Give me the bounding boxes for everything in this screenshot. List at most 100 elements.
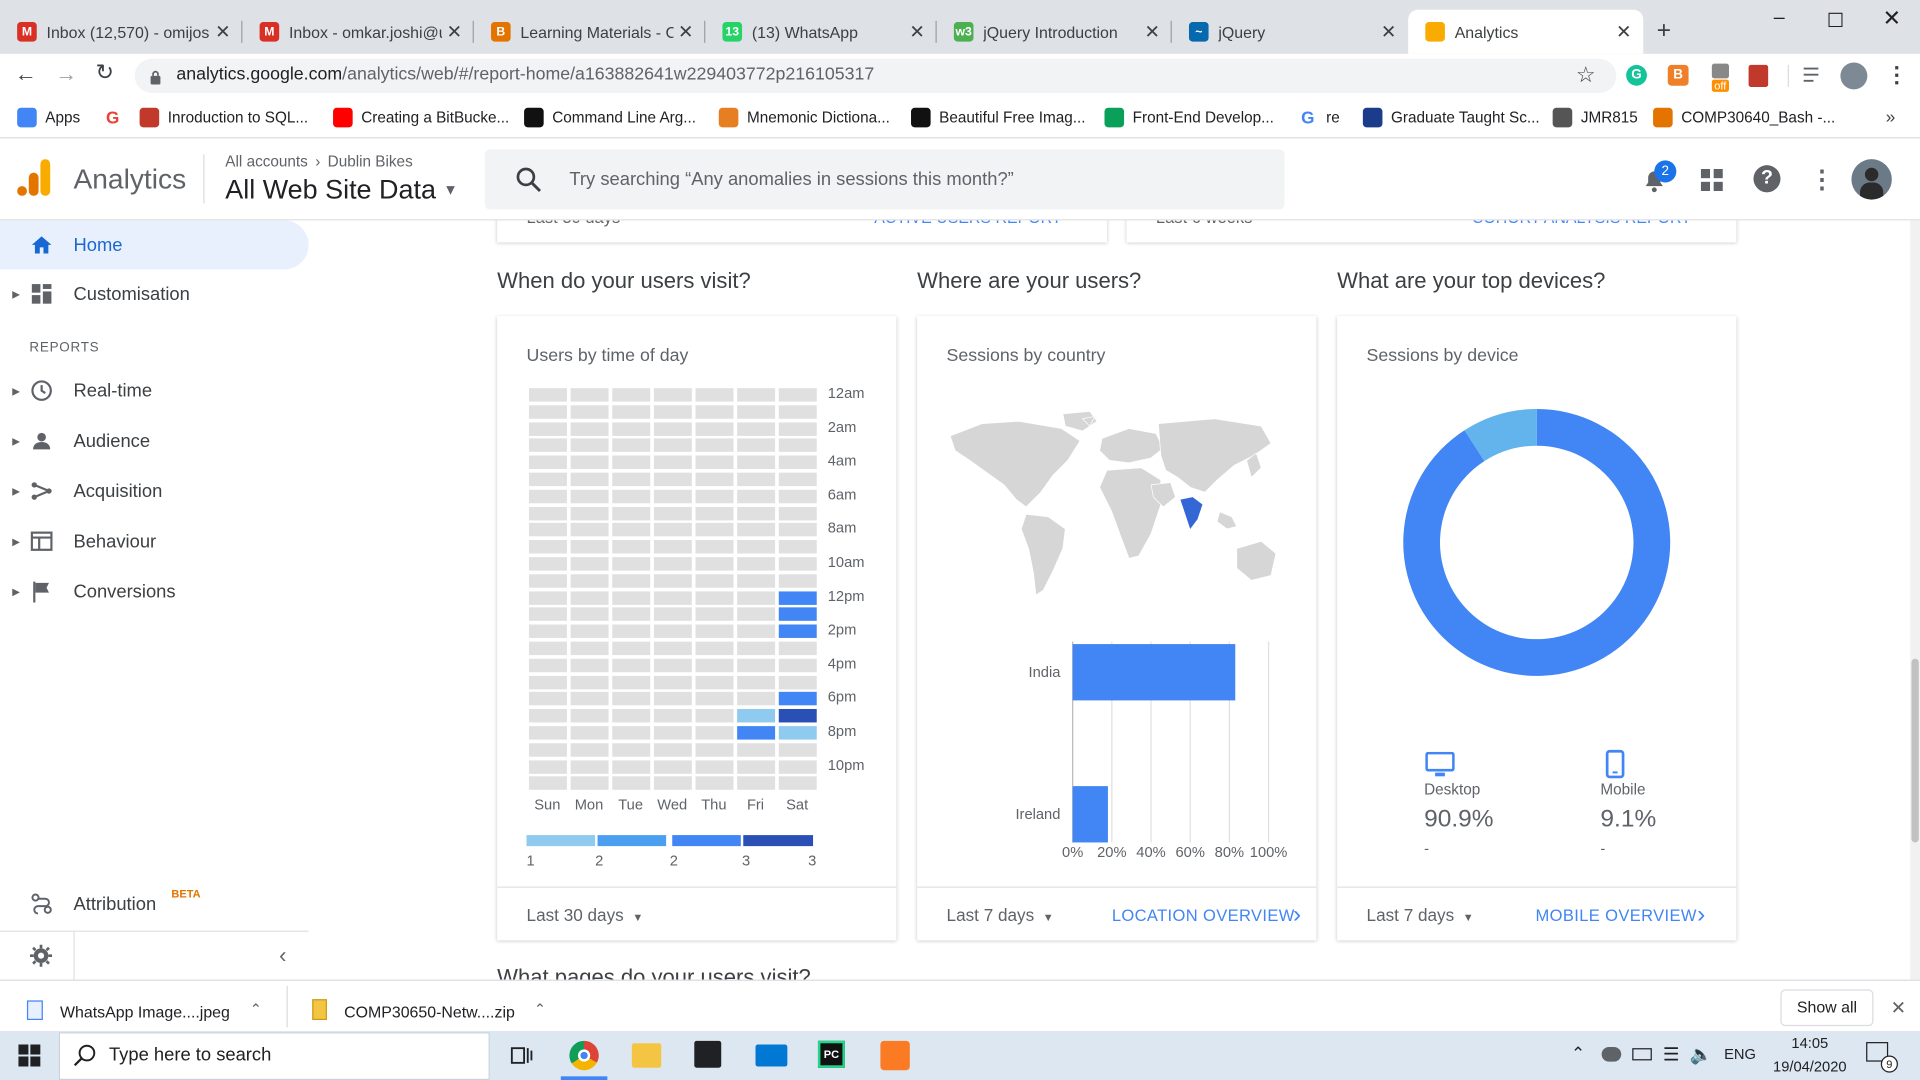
heatmap-cell[interactable] <box>737 455 776 470</box>
heatmap-cell[interactable] <box>737 692 776 706</box>
heatmap-cell[interactable] <box>695 523 734 537</box>
heatmap-cell[interactable] <box>570 506 609 520</box>
heatmap-cell[interactable] <box>695 421 734 436</box>
heatmap-cell[interactable] <box>653 590 692 605</box>
heatmap-cell[interactable] <box>570 388 609 402</box>
bookmark-item[interactable]: Mnemonic Dictiona... <box>718 107 890 128</box>
xampp-icon[interactable] <box>880 1040 910 1071</box>
heatmap-cell[interactable] <box>528 692 567 706</box>
sidebar-item-audience[interactable]: ▶ Audience <box>0 416 309 465</box>
heatmap-cell[interactable] <box>612 590 651 605</box>
heatmap-cell[interactable] <box>695 405 734 419</box>
heatmap-cell[interactable] <box>528 489 567 504</box>
sidebar-item-home[interactable]: Home <box>0 220 309 269</box>
heatmap-cell[interactable] <box>528 709 567 723</box>
heatmap-cell[interactable] <box>778 590 817 605</box>
extension-icon[interactable]: B <box>1667 64 1689 86</box>
heatmap-cell[interactable] <box>570 709 609 723</box>
heatmap-cell[interactable] <box>528 574 567 588</box>
heatmap-cell[interactable] <box>570 472 609 487</box>
heatmap-cell[interactable] <box>695 489 734 504</box>
heatmap-cell[interactable] <box>570 574 609 588</box>
heatmap-cell[interactable] <box>612 557 651 571</box>
country-bar[interactable] <box>1072 786 1108 843</box>
heatmap-cell[interactable] <box>612 472 651 487</box>
heatmap-cell[interactable] <box>528 438 567 453</box>
bookmark-item[interactable]: COMP30640_Bash -... <box>1653 107 1835 128</box>
page-scrollbar-track[interactable] <box>1910 220 1920 980</box>
heatmap-cell[interactable] <box>778 455 817 470</box>
maximize-button[interactable]: ☐ <box>1807 9 1863 33</box>
device-date-range-selector[interactable]: Last 7 days ▼ <box>1367 905 1474 925</box>
heatmap-cell[interactable] <box>570 692 609 706</box>
heatmap-cell[interactable] <box>570 641 609 656</box>
bookmark-item[interactable]: Gre <box>1298 108 1340 128</box>
bookmark-item[interactable]: Creating a BitBucke... <box>333 107 509 128</box>
heatmap-cell[interactable] <box>737 421 776 436</box>
heatmap-cell[interactable] <box>737 557 776 571</box>
country-date-range-selector[interactable]: Last 7 days ▼ <box>947 905 1054 925</box>
task-view-icon[interactable] <box>508 1043 533 1067</box>
heatmap-cell[interactable] <box>528 506 567 520</box>
heatmap-cell[interactable] <box>737 590 776 605</box>
bookmark-item[interactable]: G <box>103 108 131 128</box>
bookmark-star-icon[interactable]: ☆ <box>1576 62 1596 88</box>
heatmap-cell[interactable] <box>778 709 817 723</box>
heatmap-cell[interactable] <box>737 726 776 740</box>
country-bar[interactable] <box>1072 644 1236 701</box>
heatmap-cell[interactable] <box>695 759 734 774</box>
heatmap-cell[interactable] <box>778 759 817 774</box>
forward-icon[interactable]: → <box>55 61 77 87</box>
browser-tab[interactable]: ~ jQuery ✕ <box>1172 10 1408 54</box>
heatmap-cell[interactable] <box>570 607 609 622</box>
bookmark-item[interactable]: Graduate Taught Sc... <box>1362 107 1540 128</box>
bookmark-item[interactable]: Beautiful Free Imag... <box>911 107 1086 128</box>
bookmark-item[interactable]: Command Line Arg... <box>524 107 696 128</box>
heatmap-cell[interactable] <box>695 624 734 639</box>
mail-icon[interactable] <box>755 1044 788 1067</box>
heatmap-cell[interactable] <box>653 421 692 436</box>
heatmap-cell[interactable] <box>778 421 817 436</box>
mobile-overview-link[interactable]: MOBILE OVERVIEW <box>1536 906 1697 924</box>
time-date-range-selector[interactable]: Last 30 days ▼ <box>527 905 644 925</box>
heatmap-cell[interactable] <box>778 658 817 672</box>
heatmap-cell[interactable] <box>528 405 567 419</box>
user-avatar[interactable] <box>1851 159 1892 200</box>
heatmap-cell[interactable] <box>695 641 734 656</box>
heatmap-cell[interactable] <box>653 557 692 571</box>
back-icon[interactable]: ← <box>15 61 37 87</box>
heatmap-cell[interactable] <box>653 776 692 791</box>
heatmap-cell[interactable] <box>695 438 734 453</box>
heatmap-cell[interactable] <box>570 743 609 757</box>
store-icon[interactable] <box>694 1040 722 1068</box>
sidebar-item-conversions[interactable]: ▶ Conversions <box>0 567 309 616</box>
heatmap-cell[interactable] <box>612 438 651 453</box>
collapse-sidebar-icon[interactable]: ‹ <box>279 943 286 969</box>
heatmap-cell[interactable] <box>653 506 692 520</box>
heatmap-cell[interactable] <box>612 726 651 740</box>
pdf-extension-icon[interactable] <box>1748 64 1769 87</box>
heatmap-cell[interactable] <box>570 405 609 419</box>
browser-tab[interactable]: M Inbox (12,570) - omijos ✕ <box>0 10 243 54</box>
heatmap-cell[interactable] <box>570 438 609 453</box>
heatmap-cell[interactable] <box>695 540 734 554</box>
heatmap-cell[interactable] <box>612 405 651 419</box>
heatmap-cell[interactable] <box>570 759 609 774</box>
heatmap-cell[interactable] <box>612 709 651 723</box>
view-selector[interactable]: All Web Site Data ▼ <box>225 174 458 206</box>
heatmap-cell[interactable] <box>528 607 567 622</box>
heatmap-cell[interactable] <box>778 776 817 791</box>
breadcrumb-property[interactable]: Dublin Bikes <box>328 153 413 170</box>
heatmap-cell[interactable] <box>737 776 776 791</box>
download-item-1[interactable]: WhatsApp Image....jpeg <box>60 1003 230 1021</box>
chevron-right-icon[interactable]: › <box>1697 901 1705 929</box>
more-bookmarks-icon[interactable]: » <box>1886 107 1896 127</box>
heatmap-cell[interactable] <box>653 523 692 537</box>
heatmap-cell[interactable] <box>695 743 734 757</box>
tab-close-icon[interactable]: ✕ <box>1376 21 1400 43</box>
heatmap-cell[interactable] <box>737 506 776 520</box>
heatmap-cell[interactable] <box>528 523 567 537</box>
help-icon[interactable]: ? <box>1753 165 1781 193</box>
heatmap-cell[interactable] <box>653 709 692 723</box>
tab-close-icon[interactable]: ✕ <box>211 21 235 43</box>
